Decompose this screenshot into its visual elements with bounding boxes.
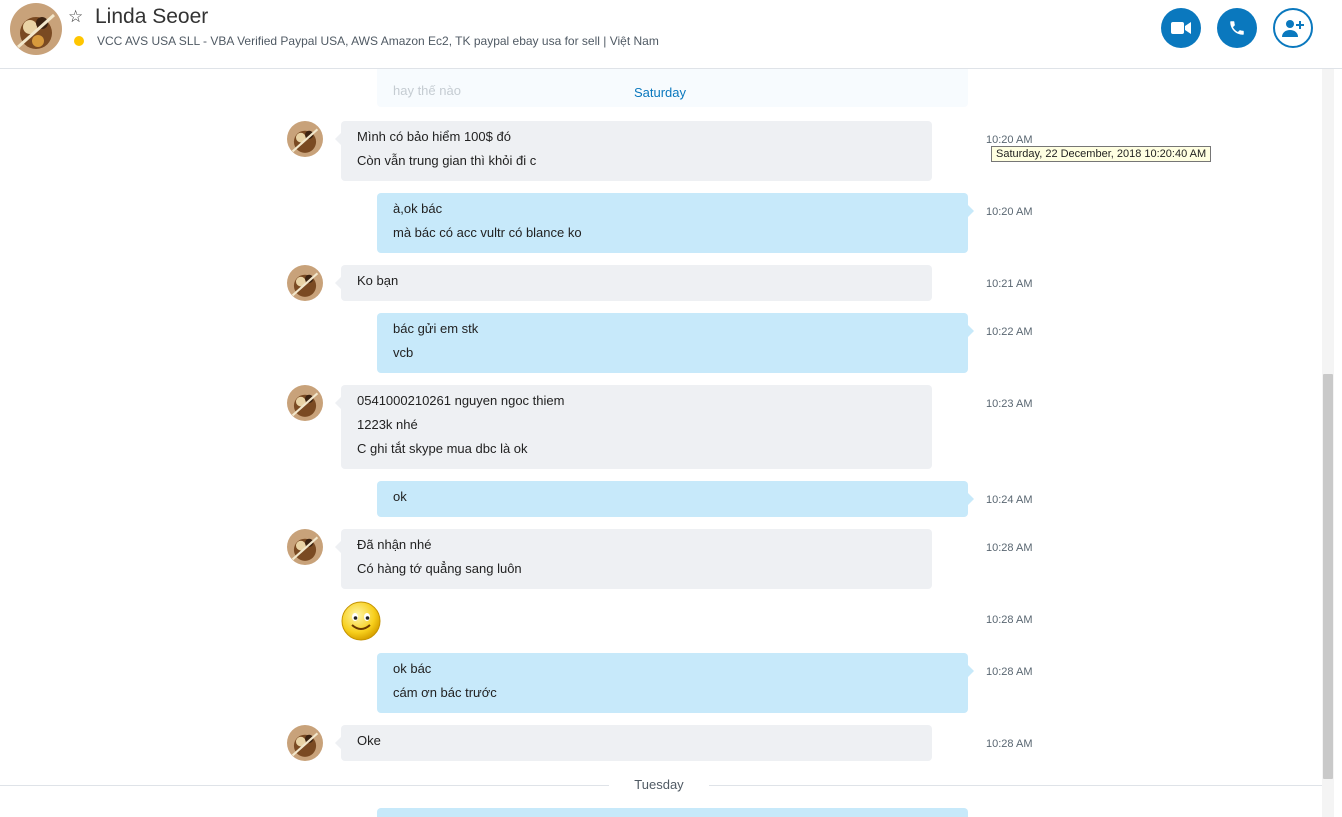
date-separator-tuesday: Tuesday bbox=[609, 777, 709, 792]
message-line: Oke bbox=[357, 733, 381, 748]
message-line: C ghi tắt skype mua dbc là ok bbox=[357, 441, 528, 456]
message-line: Đã nhận nhé bbox=[357, 537, 432, 552]
message-line: Mình có bảo hiểm 100$ đó bbox=[357, 129, 511, 144]
message-time: 10:28 AM bbox=[986, 738, 1033, 750]
outgoing-message[interactable]: bác gửi em stk vcb bbox=[377, 313, 974, 373]
message-time: 10:28 AM bbox=[986, 614, 1033, 626]
mood-message: VCC AVS USA SLL - VBA Verified Paypal US… bbox=[97, 34, 659, 48]
sender-avatar[interactable] bbox=[287, 385, 323, 421]
message-line: cám ơn bác trước bbox=[393, 685, 497, 700]
contact-avatar[interactable] bbox=[10, 3, 62, 55]
message-time: 10:22 AM bbox=[986, 326, 1033, 338]
sender-avatar[interactable] bbox=[287, 725, 323, 761]
sender-avatar[interactable] bbox=[287, 529, 323, 565]
message-line: 0541000210261 nguyen ngoc thiem bbox=[357, 393, 565, 408]
video-camera-icon bbox=[1171, 22, 1191, 34]
incoming-message[interactable]: Ko bạn bbox=[335, 265, 932, 301]
incoming-message[interactable]: Oke bbox=[335, 725, 932, 761]
message-line: 1223k nhé bbox=[357, 417, 418, 432]
message-line: à,ok bác bbox=[393, 201, 443, 216]
date-divider-line bbox=[0, 785, 618, 786]
chat-header: ☆ Linda Seoer VCC AVS USA SLL - VBA Veri… bbox=[0, 0, 1342, 69]
message-time: 10:20 AM bbox=[986, 134, 1033, 146]
contact-name: Linda Seoer bbox=[95, 5, 209, 28]
message-line: ok bbox=[393, 489, 407, 504]
message-time: 10:20 AM bbox=[986, 206, 1033, 218]
message-line: mà bác có acc vultr có blance ko bbox=[393, 225, 582, 240]
message-time: 10:28 AM bbox=[986, 542, 1033, 554]
message-line: Ko bạn bbox=[357, 273, 399, 288]
message-time: 10:24 AM bbox=[986, 494, 1033, 506]
video-call-button[interactable] bbox=[1161, 8, 1201, 48]
incoming-message[interactable]: Đã nhận nhé Có hàng tớ quẳng sang luôn bbox=[335, 529, 932, 589]
smile-emoticon-icon[interactable] bbox=[340, 600, 382, 642]
message-line: Còn vẫn trung gian thì khỏi đi c bbox=[357, 153, 537, 168]
add-person-icon bbox=[1282, 20, 1304, 37]
vertical-scrollbar[interactable] bbox=[1322, 69, 1334, 817]
date-divider-line bbox=[702, 785, 1322, 786]
message-line: vcb bbox=[393, 345, 414, 360]
message-time: 10:21 AM bbox=[986, 278, 1033, 290]
timestamp-tooltip: Saturday, 22 December, 2018 10:20:40 AM bbox=[991, 146, 1212, 162]
message-line: ok bác bbox=[393, 661, 432, 676]
outgoing-message[interactable]: ok bác cám ơn bác trước bbox=[377, 653, 974, 713]
scrollbar-thumb[interactable] bbox=[1323, 374, 1333, 779]
outgoing-message[interactable]: ok bbox=[377, 481, 974, 517]
phone-icon bbox=[1230, 21, 1244, 35]
incoming-message[interactable]: 0541000210261 nguyen ngoc thiem 1223k nh… bbox=[335, 385, 932, 469]
outgoing-message[interactable]: à,ok bác mà bác có acc vultr có blance k… bbox=[377, 193, 974, 253]
favorite-star-icon[interactable]: ☆ bbox=[68, 7, 83, 27]
message-time: 10:28 AM bbox=[986, 666, 1033, 678]
add-people-button[interactable] bbox=[1273, 8, 1313, 48]
outgoing-message[interactable] bbox=[377, 808, 968, 817]
message-line: bác gửi em stk bbox=[393, 321, 479, 336]
sender-avatar[interactable] bbox=[287, 121, 323, 157]
away-status-icon bbox=[74, 36, 84, 46]
conversation-pane[interactable]: hay thế nào Saturday Mình có bảo hiểm 10… bbox=[0, 69, 1342, 817]
date-separator-saturday: Saturday bbox=[633, 85, 687, 100]
audio-call-button[interactable] bbox=[1217, 8, 1257, 48]
incoming-message[interactable]: Mình có bảo hiểm 100$ đó Còn vẫn trung g… bbox=[335, 121, 932, 181]
previous-message-text: hay thế nào bbox=[393, 83, 461, 98]
message-line: Có hàng tớ quẳng sang luôn bbox=[357, 561, 522, 576]
message-time: 10:23 AM bbox=[986, 398, 1033, 410]
sender-avatar[interactable] bbox=[287, 265, 323, 301]
